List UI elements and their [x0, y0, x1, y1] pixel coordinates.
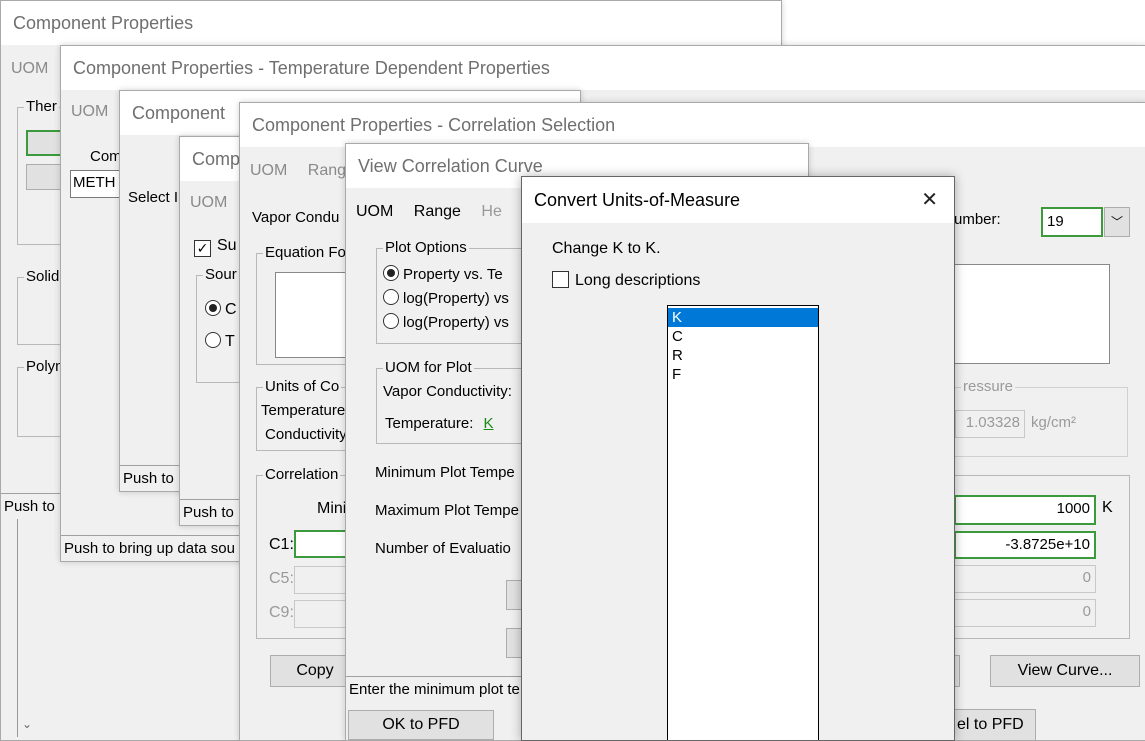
- menu-uom[interactable]: UOM: [356, 203, 393, 220]
- window-title: Component Properties - Temperature Depen…: [61, 46, 1145, 90]
- description-box: [954, 264, 1110, 364]
- status-bar: Enter the minimum plot te: [346, 676, 529, 703]
- chevron-down-icon: ﹀: [1110, 215, 1123, 229]
- temperature-unit-link[interactable]: K: [484, 415, 494, 432]
- status-bar: Push to: [180, 499, 243, 525]
- radio-icon: [383, 289, 399, 305]
- c5-label: C5:: [269, 570, 294, 587]
- group-label: Equation Fo: [263, 244, 348, 261]
- min-plot-temp-label: Minimum Plot Tempe: [375, 464, 515, 481]
- long-descriptions-label: Long descriptions: [575, 272, 701, 289]
- group-label: Sour: [203, 266, 239, 283]
- equation-group: Equation Fo: [256, 244, 357, 365]
- status-bar: Push to bring up data sou: [61, 535, 244, 561]
- plot-option-1[interactable]: Property vs. Te: [383, 265, 503, 283]
- source-radio-2[interactable]: T: [205, 332, 235, 351]
- plot-option-2[interactable]: log(Property) vs: [383, 289, 509, 307]
- radio-label: log(Property) vs: [403, 290, 509, 307]
- pressure-field: 1.03328: [955, 410, 1025, 438]
- window-title: Component Properties - Correlation Selec…: [240, 103, 1145, 147]
- component-label: Com: [90, 148, 122, 165]
- radio-icon: [205, 300, 221, 316]
- max-temperature-field[interactable]: 1000: [954, 495, 1096, 525]
- menu-help[interactable]: He: [481, 203, 501, 220]
- c1-field-right[interactable]: -3.8725e+10: [954, 531, 1096, 559]
- dialog-convert-units: Convert Units-of-Measure ✕ Change K to K…: [521, 176, 955, 741]
- supply-label: Su: [217, 237, 237, 254]
- max-temperature-unit: K: [1102, 499, 1113, 516]
- pressure-group: ressure 1.03328 kg/cm²: [954, 378, 1128, 457]
- c9-field-right: 0: [954, 599, 1096, 627]
- group-label: Ther: [24, 98, 59, 115]
- radio-label: log(Property) vs: [403, 314, 509, 331]
- group-label: ressure: [961, 378, 1016, 395]
- radio-label: Property vs. Te: [403, 266, 503, 283]
- window-title: Component Properties: [1, 1, 781, 45]
- long-descriptions-checkbox-row[interactable]: Long descriptions: [552, 271, 700, 290]
- plot-options-group: Plot Options Property vs. Te log(Propert…: [376, 239, 526, 344]
- minimum-label: Mini: [317, 500, 347, 517]
- unit-option[interactable]: K: [668, 308, 818, 327]
- number-label: umber:: [954, 211, 1001, 228]
- conductivity-label: Conductivity: [265, 426, 347, 443]
- status-bar: Push to: [120, 465, 183, 491]
- group-label: Units of Co: [263, 378, 342, 395]
- number-field[interactable]: 19: [1041, 207, 1103, 237]
- menu-uom[interactable]: UOM: [11, 60, 48, 77]
- dialog-title: Convert Units-of-Measure: [534, 190, 741, 210]
- max-plot-temp-label: Maximum Plot Tempe: [375, 502, 519, 519]
- vapor-conductivity-label: Vapor Condu: [252, 209, 340, 226]
- lower-list-area: ⌄: [17, 519, 48, 737]
- supply-checkbox[interactable]: ✓: [194, 240, 211, 257]
- menu-uom[interactable]: UOM: [250, 162, 287, 179]
- temperature-label: Temperature: [261, 402, 346, 419]
- vapor-conductivity-label: Vapor Conductivity:: [383, 383, 512, 400]
- radio-icon: [205, 332, 221, 348]
- cancel-to-pfd-button[interactable]: el to PFD: [954, 709, 1036, 740]
- menu-range[interactable]: Range: [414, 203, 461, 220]
- supply-checkbox-row[interactable]: ✓ Su: [194, 237, 237, 257]
- units-listbox[interactable]: K C R F: [667, 305, 819, 740]
- c9-label: C9:: [269, 604, 294, 621]
- group-label: UOM for Plot: [383, 359, 474, 376]
- pressure-unit: kg/cm²: [1031, 414, 1076, 431]
- temperature-unit-row: Temperature: K: [385, 415, 494, 432]
- close-icon[interactable]: ✕: [921, 189, 938, 211]
- menu-uom[interactable]: UOM: [190, 194, 227, 211]
- radio-icon: [383, 313, 399, 329]
- change-units-text: Change K to K.: [552, 240, 661, 257]
- number-value: 19: [1047, 213, 1064, 230]
- dialog-title-bar: Convert Units-of-Measure: [522, 177, 954, 223]
- num-evaluations-label: Number of Evaluatio: [375, 540, 511, 557]
- units-group: Units of Co Temperature Conductivity: [256, 378, 356, 451]
- unit-option[interactable]: R: [668, 346, 818, 365]
- select-label: Select I: [128, 189, 179, 206]
- group-label: Solid: [24, 268, 62, 285]
- menu-range[interactable]: Rang: [308, 162, 346, 179]
- long-descriptions-checkbox[interactable]: [552, 271, 569, 288]
- c5-field-right: 0: [954, 565, 1096, 593]
- view-curve-button[interactable]: View Curve...: [990, 655, 1140, 687]
- group-label: Correlation: [263, 466, 341, 483]
- source-radio-1[interactable]: C: [205, 300, 237, 319]
- radio-label: C: [225, 301, 237, 318]
- radio-icon: [383, 265, 399, 281]
- menu-uom[interactable]: UOM: [71, 103, 108, 120]
- scroll-down-arrow-icon[interactable]: ⌄: [22, 717, 32, 731]
- uom-for-plot-group: UOM for Plot Vapor Conductivity: Tempera…: [376, 359, 526, 444]
- radio-label: T: [225, 333, 235, 350]
- unit-option[interactable]: F: [668, 365, 818, 384]
- ok-to-pfd-button[interactable]: OK to PFD: [348, 710, 494, 740]
- group-label: Plot Options: [383, 239, 469, 256]
- c1-label: C1:: [269, 536, 294, 553]
- number-dropdown-button[interactable]: ﹀: [1104, 207, 1130, 237]
- temperature-label: Temperature:: [385, 415, 474, 432]
- unit-option[interactable]: C: [668, 327, 818, 346]
- plot-option-3[interactable]: log(Property) vs: [383, 313, 509, 331]
